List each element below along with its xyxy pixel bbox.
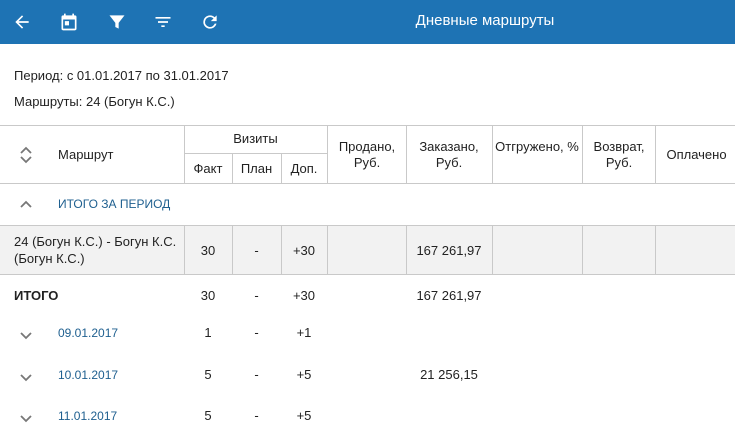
route-fact: 30 [200,243,216,258]
total-label: ИТОГО [14,288,59,303]
chevron-up-icon[interactable] [18,197,34,215]
day-row-date[interactable]: 09.01.2017 [58,326,118,340]
day-row-extra: +1 [296,325,312,340]
total-plan: - [254,288,259,303]
header-plan[interactable]: План [232,161,281,177]
route-extra: +30 [292,243,316,258]
col-divider [655,125,656,183]
sort-toggle-icon[interactable] [17,145,35,170]
header-returned[interactable]: Возврат, Руб. [584,139,654,171]
header-fact[interactable]: Факт [184,161,232,177]
col-divider [492,225,493,275]
day-row-date[interactable]: 10.01.2017 [58,368,118,382]
header-visits: Визиты [233,131,278,146]
day-row-plan: - [254,325,259,340]
route-plan: - [254,243,259,258]
route-ordered: 167 261,97 [416,243,482,258]
col-divider [655,225,656,275]
header-paid[interactable]: Оплачено [658,147,735,163]
col-divider [492,125,493,183]
total-ordered: 167 261,97 [416,288,482,303]
table-top-border [0,125,735,126]
page-title: Дневные маршруты [415,12,555,29]
day-row-plan: - [254,408,259,423]
total-fact: 30 [200,288,216,303]
route-name: 24 (Богун К.С.) - Богун К.С. (Богун К.С.… [14,234,177,266]
col-divider [406,125,407,183]
day-row-fact: 1 [204,325,212,340]
day-row-extra: +5 [296,408,312,423]
calendar-icon[interactable] [54,7,84,37]
day-row-fact: 5 [204,367,212,382]
header-shipped[interactable]: Отгружено, % [494,139,580,155]
sort-lines-icon[interactable] [148,7,178,37]
col-divider [327,225,328,275]
visits-subheader-border [184,153,327,154]
funnel-filter-icon[interactable] [102,7,132,37]
chevron-down-icon[interactable] [18,412,34,430]
refresh-icon[interactable] [195,7,225,37]
col-divider [327,125,328,183]
col-divider [582,125,583,183]
chevron-down-icon[interactable] [18,371,34,389]
col-divider [582,225,583,275]
app-bar: Дневные маршруты [0,0,735,44]
header-ordered[interactable]: Заказано, Руб. [410,139,488,171]
header-extra[interactable]: Доп. [281,161,327,177]
header-bottom-border [0,183,735,184]
day-row-extra: +5 [296,367,312,382]
routes-text: Маршруты: 24 (Богун К.С.) [14,94,175,109]
day-row-ordered: 21 256,15 [420,367,478,382]
day-row-plan: - [254,367,259,382]
header-sold[interactable]: Продано, Руб. [332,139,402,171]
chevron-down-icon[interactable] [18,329,34,347]
header-route[interactable]: Маршрут [58,147,113,163]
back-arrow-icon[interactable] [7,7,37,37]
period-total-group[interactable]: ИТОГО ЗА ПЕРИОД [58,197,170,211]
total-extra: +30 [292,288,316,303]
period-text: Период: с 01.01.2017 по 31.01.2017 [14,68,229,83]
day-row-fact: 5 [204,408,212,423]
day-row-date[interactable]: 11.01.2017 [58,409,117,423]
